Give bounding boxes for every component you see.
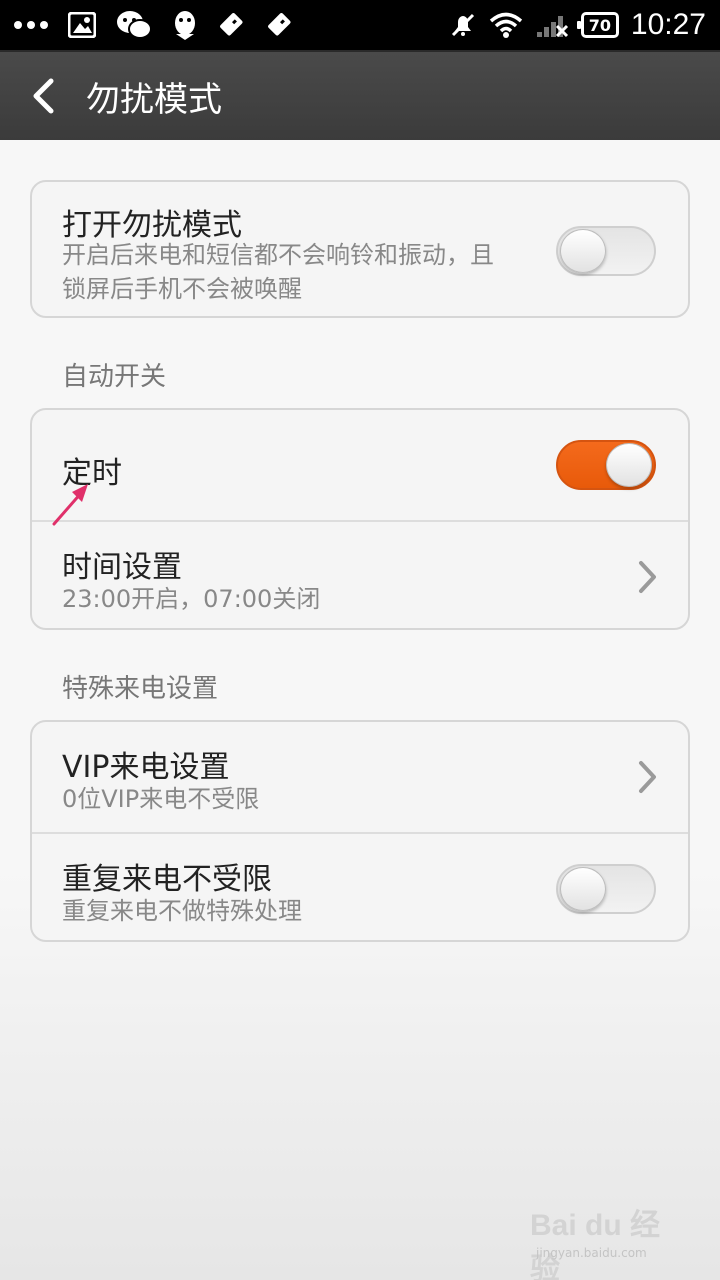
back-chevron-icon bbox=[33, 78, 54, 114]
section-special-label: 特殊来电设置 bbox=[62, 674, 219, 704]
dnd-description-line1: 开启后来电和短信都不会响铃和振动，且 bbox=[62, 241, 494, 269]
dnd-toggle-row[interactable]: 打开勿扰模式 开启后来电和短信都不会响铃和振动，且 锁屏后手机不会被唤醒 bbox=[32, 182, 688, 316]
timer-row[interactable]: 定时 bbox=[32, 410, 688, 520]
qq-icon bbox=[172, 10, 198, 40]
gallery-icon bbox=[68, 12, 96, 38]
repeat-call-summary: 重复来电不做特殊处理 bbox=[62, 897, 302, 925]
back-button[interactable] bbox=[0, 51, 86, 141]
battery-icon: 70 bbox=[576, 12, 619, 38]
baidu-watermark: Bai du 经验 jingyan.baidu.com bbox=[530, 1200, 680, 1280]
dnd-switch[interactable] bbox=[556, 226, 656, 276]
special-card: VIP来电设置 0位VIP来电不受限 重复来电不受限 重复来电不做特殊处理 bbox=[30, 720, 690, 942]
more-dots-icon bbox=[14, 20, 48, 30]
dnd-description-line2: 锁屏后手机不会被唤醒 bbox=[62, 275, 302, 303]
watermark-url: jingyan.baidu.com bbox=[536, 1246, 647, 1260]
usb-icon bbox=[218, 11, 246, 39]
time-settings-row[interactable]: 时间设置 23:00开启，07:00关闭 bbox=[32, 520, 688, 628]
switch-knob bbox=[560, 229, 606, 273]
repeat-call-row[interactable]: 重复来电不受限 重复来电不做特殊处理 bbox=[32, 832, 688, 940]
vip-summary: 0位VIP来电不受限 bbox=[62, 785, 260, 813]
vip-title: VIP来电设置 bbox=[62, 750, 230, 785]
section-auto-label: 自动开关 bbox=[62, 362, 167, 392]
auto-card: 定时 时间设置 23:00开启，07:00关闭 bbox=[30, 408, 690, 630]
timer-switch[interactable] bbox=[556, 440, 656, 490]
time-settings-title: 时间设置 bbox=[62, 550, 182, 585]
wifi-icon bbox=[489, 12, 523, 38]
switch-knob bbox=[606, 443, 652, 487]
usb-debug-icon bbox=[266, 11, 294, 39]
time-settings-summary: 23:00开启，07:00关闭 bbox=[62, 585, 321, 613]
vip-row[interactable]: VIP来电设置 0位VIP来电不受限 bbox=[32, 722, 688, 832]
switch-knob bbox=[560, 867, 606, 911]
title-bar: 勿扰模式 bbox=[0, 50, 720, 140]
repeat-call-title: 重复来电不受限 bbox=[62, 862, 272, 897]
battery-level: 70 bbox=[588, 15, 612, 35]
watermark-text: Bai du 经验 bbox=[530, 1209, 661, 1280]
status-bar: 70 10:27 bbox=[0, 0, 720, 50]
mute-icon bbox=[449, 11, 477, 39]
clock: 10:27 bbox=[630, 8, 706, 41]
wechat-icon bbox=[116, 10, 152, 40]
dnd-card: 打开勿扰模式 开启后来电和短信都不会响铃和振动，且 锁屏后手机不会被唤醒 bbox=[30, 180, 690, 318]
repeat-call-switch[interactable] bbox=[556, 864, 656, 914]
page-title: 勿扰模式 bbox=[86, 79, 222, 120]
signal-icon bbox=[535, 12, 569, 38]
chevron-right-icon bbox=[639, 561, 656, 593]
annotation-arrow-icon bbox=[52, 484, 88, 526]
chevron-right-icon bbox=[639, 761, 656, 793]
